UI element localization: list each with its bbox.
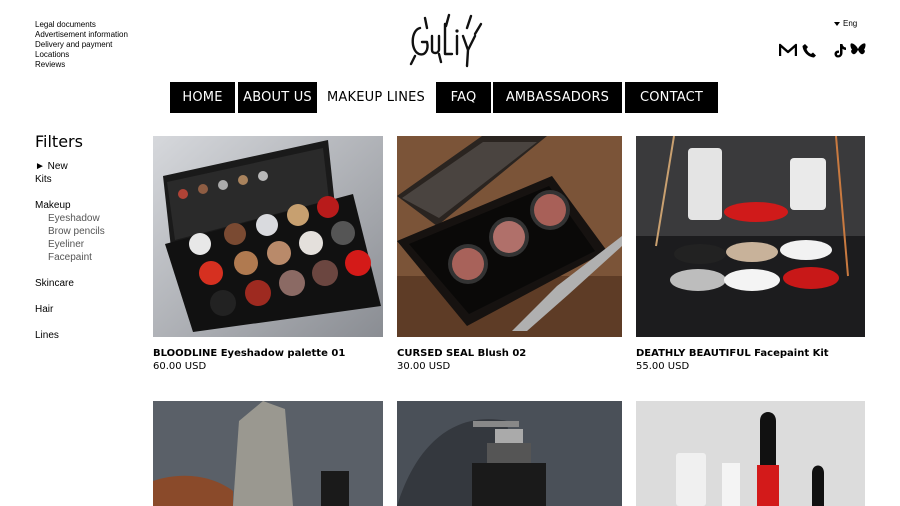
language-label: Eng	[843, 19, 858, 28]
product-price: 55.00 USD	[636, 361, 690, 372]
locations-link[interactable]: Locations	[35, 50, 128, 60]
nav-home[interactable]: HOME	[170, 82, 235, 113]
product-card[interactable]: CURSED SEAL Blush 02 30.00 USD	[397, 136, 622, 373]
delivery-payment-link[interactable]: Delivery and payment	[35, 40, 128, 50]
tiktok-icon[interactable]	[834, 41, 847, 59]
product-image[interactable]	[397, 401, 622, 506]
product-image-eyeshadow-palette[interactable]	[153, 136, 383, 337]
filter-new[interactable]: ► New	[35, 160, 105, 173]
nav-contact[interactable]: CONTACT	[625, 82, 718, 113]
butterfly-icon[interactable]	[850, 41, 866, 59]
nav-makeup-lines[interactable]: MAKEUP LINES	[320, 82, 432, 113]
filter-facepaint[interactable]: Facepaint	[35, 251, 105, 264]
filter-hair[interactable]: Hair	[35, 303, 105, 316]
product-price: 60.00 USD	[153, 361, 207, 372]
filters-title: Filters	[35, 132, 83, 151]
brand-logo[interactable]	[405, 10, 487, 70]
nav-faq[interactable]: FAQ	[436, 82, 491, 113]
filter-brow-pencils[interactable]: Brow pencils	[35, 225, 105, 238]
phone-icon[interactable]	[802, 41, 817, 59]
filter-skincare[interactable]: Skincare	[35, 277, 105, 290]
filters-sidebar: Filters ► New Kits Makeup Eyeshadow Brow…	[35, 132, 105, 342]
product-image[interactable]	[153, 401, 383, 506]
product-card[interactable]: BLOODLINE Eyeshadow palette 01 60.00 USD	[153, 136, 383, 373]
nav-about-us[interactable]: ABOUT US	[238, 82, 317, 113]
caret-down-icon	[834, 21, 840, 26]
advertisement-info-link[interactable]: Advertisement information	[35, 30, 128, 40]
product-image[interactable]	[636, 401, 865, 506]
language-selector[interactable]: Eng	[834, 19, 857, 28]
main-nav: HOME ABOUT US MAKEUP LINES FAQ AMBASSADO…	[0, 82, 900, 113]
filter-makeup[interactable]: Makeup	[35, 199, 105, 212]
product-card[interactable]	[397, 401, 622, 506]
filter-eyeliner[interactable]: Eyeliner	[35, 238, 105, 251]
product-card[interactable]	[153, 401, 383, 506]
brand-logo-icon	[409, 13, 483, 68]
legal-documents-link[interactable]: Legal documents	[35, 20, 128, 30]
product-name[interactable]: BLOODLINE Eyeshadow palette 01	[153, 347, 383, 360]
footer-links: Legal documents Advertisement informatio…	[35, 20, 128, 70]
filter-eyeshadow[interactable]: Eyeshadow	[35, 212, 105, 225]
product-image-facepaint-kit[interactable]	[636, 136, 865, 337]
product-image-blush[interactable]	[397, 136, 622, 337]
nav-ambassadors[interactable]: AMBASSADORS	[493, 82, 622, 113]
filter-lines[interactable]: Lines	[35, 329, 105, 342]
mail-icon[interactable]	[779, 41, 797, 59]
product-name[interactable]: CURSED SEAL Blush 02	[397, 347, 622, 360]
product-card[interactable]	[636, 401, 865, 506]
product-card[interactable]: DEATHLY BEAUTIFUL Facepaint Kit 55.00 US…	[636, 136, 865, 373]
product-name[interactable]: DEATHLY BEAUTIFUL Facepaint Kit	[636, 347, 865, 360]
filter-kits[interactable]: Kits	[35, 173, 105, 186]
product-price: 30.00 USD	[397, 361, 451, 372]
reviews-link[interactable]: Reviews	[35, 60, 128, 70]
